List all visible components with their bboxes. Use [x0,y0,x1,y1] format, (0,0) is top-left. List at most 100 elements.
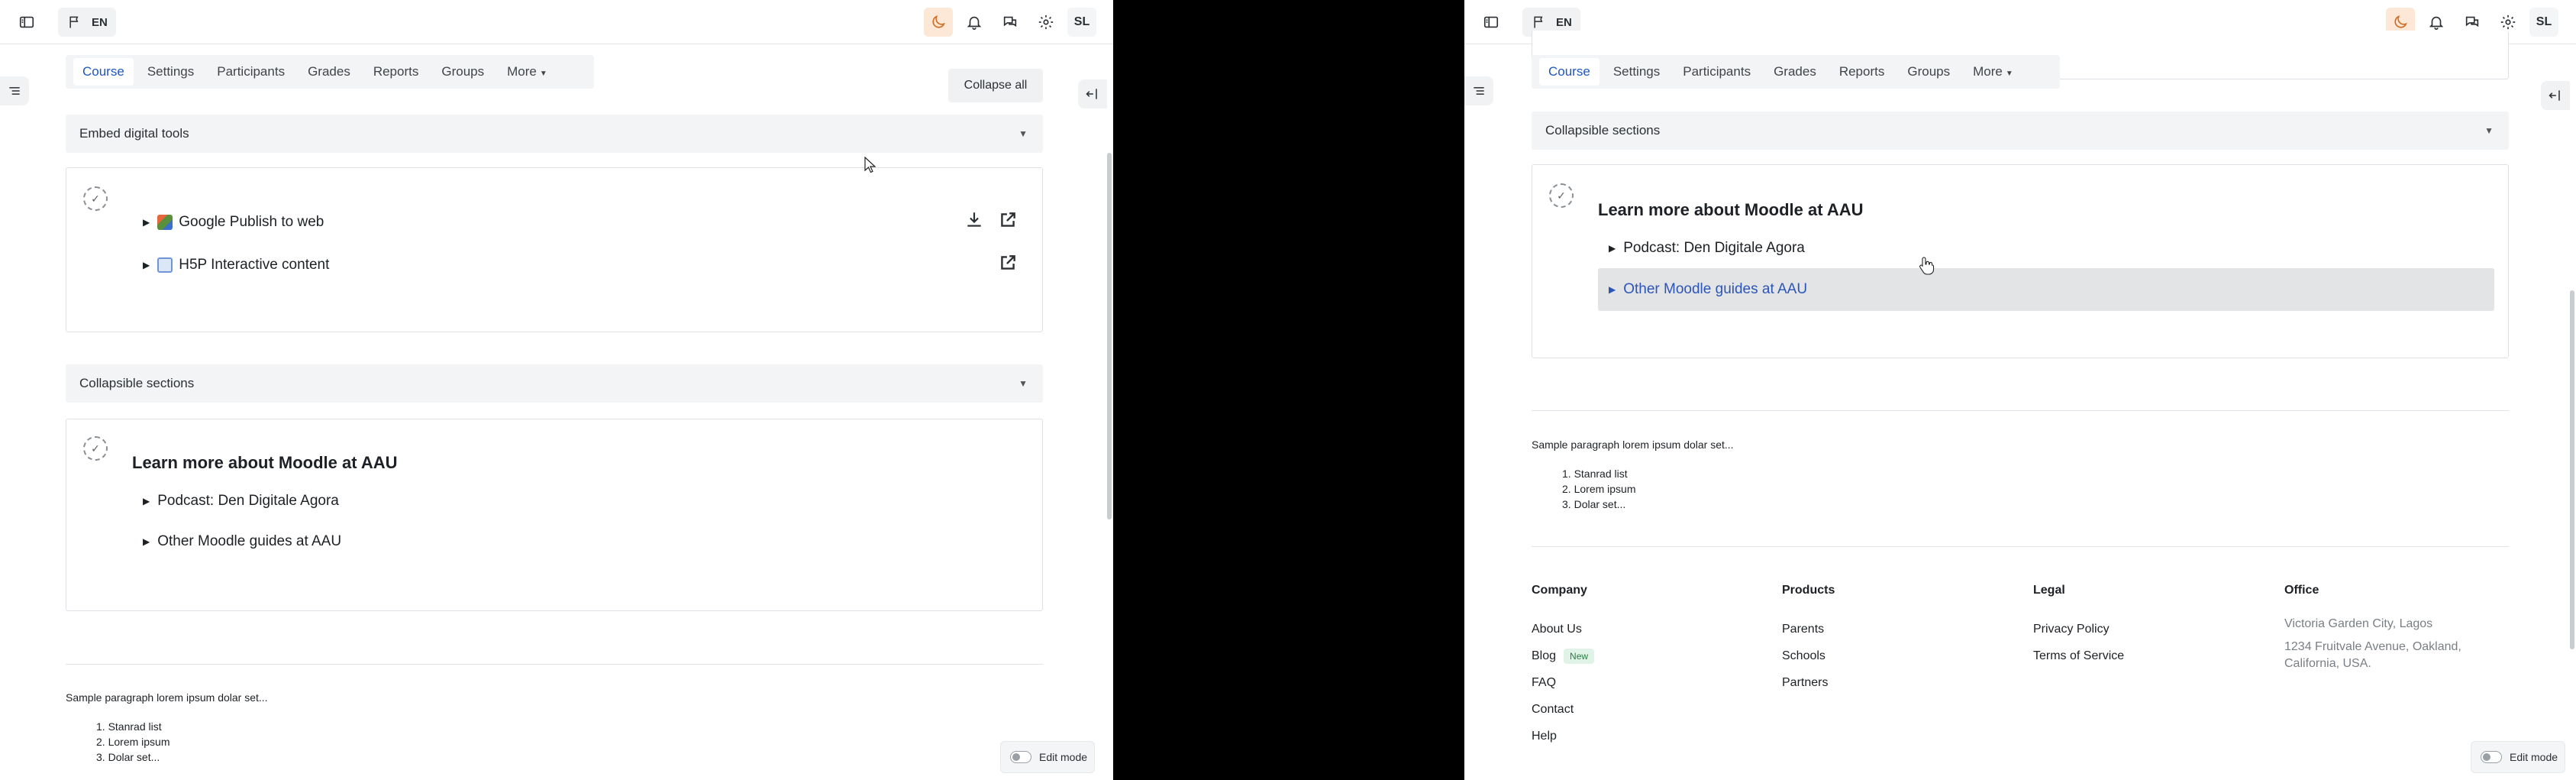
expand-triangle-icon: ▶ [1609,243,1616,254]
footer-link-label: Blog [1532,649,1557,662]
section-header-embed-tools[interactable]: Embed digital tools ▼ [66,115,1043,153]
top-navbar: EN SL [0,0,1113,44]
page-scrollbar[interactable] [2570,290,2574,649]
footer-office: Office Victoria Garden City, Lagos 1234 … [2284,584,2490,678]
left-pane: EN SL Course Settings Participants Grade… [0,0,1113,780]
language-selector[interactable]: EN [58,8,116,37]
activity-h5p[interactable]: ▶ H5P Interactive content [143,257,329,273]
tab-course[interactable]: Course [1539,58,1600,86]
secondary-nav: Course Settings Participants Grades Repo… [1532,55,2060,89]
footer-products: Products Parents Schools Partners [1782,584,1835,696]
footer-link-parents[interactable]: Parents [1782,616,1835,642]
divider [66,664,1043,665]
tab-more[interactable]: More ▼ [1964,58,2022,86]
list-item: 3. Dolar set... [96,751,160,763]
tab-course[interactable]: Course [73,58,134,86]
activity-google-publish[interactable]: ▶ Google Publish to web [143,214,324,231]
tab-grades[interactable]: Grades [299,58,360,86]
link-podcast[interactable]: ▶ Podcast: Den Digitale Agora [1609,240,1805,257]
list-item: 2. Lorem ipsum [1562,483,1636,495]
collapse-all-button[interactable]: Collapse all [948,69,1043,102]
user-avatar[interactable]: SL [1067,8,1096,37]
notifications-button[interactable] [960,8,989,37]
sidebar-toggle-button[interactable] [1477,8,1506,37]
edit-mode-toggle[interactable]: Edit mode [1000,741,1095,773]
footer-company: Company About Us Blog New FAQ Contact He… [1532,584,1595,749]
external-link-icon[interactable] [998,210,1018,230]
footer-link-privacy[interactable]: Privacy Policy [2033,616,2124,642]
list-icon [1474,87,1484,95]
footer-link-blog[interactable]: Blog New [1532,642,1595,669]
footer-legal: Legal Privacy Policy Terms of Service [2033,584,2124,669]
divider [1532,410,2509,411]
card-title: Learn more about Moodle at AAU [1598,200,1864,219]
completion-check-icon[interactable]: ✓ [1549,183,1574,208]
tab-groups[interactable]: Groups [1898,58,1959,86]
section-title: Embed digital tools [79,126,189,141]
block-drawer-toggle[interactable] [1078,79,1107,108]
office-address: Victoria Garden City, Lagos [2284,617,2433,630]
theme-toggle-button[interactable] [924,8,953,37]
block-drawer-toggle[interactable] [2541,81,2570,110]
toggle-switch [2481,751,2502,763]
tab-participants[interactable]: Participants [1674,58,1760,86]
section-header-collapsible[interactable]: Collapsible sections ▼ [66,364,1043,403]
moon-icon [932,15,945,28]
course-index-toggle[interactable] [1464,76,1493,105]
footer-link-schools[interactable]: Schools [1782,642,1835,669]
link-label: Podcast: Den Digitale Agora [1623,240,1805,256]
footer-link-about[interactable]: About Us [1532,616,1594,642]
tab-grades[interactable]: Grades [1764,58,1825,86]
messages-button[interactable] [996,8,1025,37]
user-avatar[interactable]: SL [2529,8,2558,37]
edit-mode-label: Edit mode [2510,751,2558,763]
completion-check-icon[interactable]: ✓ [83,436,108,461]
footer-heading: Products [1782,584,1835,597]
drawer-open-icon [2549,90,2560,101]
edit-mode-toggle[interactable]: Edit mode [2471,741,2565,773]
link-label: Podcast: Den Digitale Agora [157,493,339,509]
completion-check-icon[interactable]: ✓ [83,186,108,211]
expand-triangle-icon: ▶ [143,217,150,228]
tab-reports[interactable]: Reports [364,58,428,86]
list-item: 3. Dolar set... [1562,498,1626,510]
link-other-guides[interactable]: ▶ Other Moodle guides at AAU [1609,281,1807,298]
footer-link-terms[interactable]: Terms of Service [2033,642,2124,669]
tab-settings[interactable]: Settings [138,58,203,86]
footer-heading: Office [2284,584,2319,597]
course-index-toggle[interactable] [0,76,29,105]
footer-link-help[interactable]: Help [1532,723,1594,749]
tab-participants[interactable]: Participants [208,58,294,86]
chevron-down-icon: ▼ [1018,378,1028,389]
sample-paragraph: Sample paragraph lorem ipsum dolar set..… [66,691,268,704]
google-publish-icon [157,215,173,230]
footer-link-contact[interactable]: Contact [1532,696,1594,723]
external-link-icon[interactable] [998,253,1018,273]
new-badge: New [1564,648,1595,664]
expand-triangle-icon: ▶ [143,496,150,507]
settings-button[interactable] [1031,8,1060,37]
caret-down-icon: ▼ [539,70,547,78]
link-podcast[interactable]: ▶ Podcast: Den Digitale Agora [143,493,339,510]
tab-more-label: More [507,64,537,79]
footer-heading: Company [1532,584,1587,597]
tab-groups[interactable]: Groups [432,58,493,86]
caret-down-icon: ▼ [2005,70,2013,78]
toggle-switch [1010,751,1031,763]
footer-link-faq[interactable]: FAQ [1532,669,1594,696]
sidebar-icon [19,16,34,28]
footer-link-partners[interactable]: Partners [1782,669,1835,696]
sidebar-toggle-button[interactable] [12,8,41,37]
expand-triangle-icon: ▶ [1609,284,1616,295]
tab-more[interactable]: More ▼ [498,58,557,86]
tab-settings[interactable]: Settings [1604,58,1669,86]
right-pane: EN SL Course Settings Participants Grade… [1464,0,2576,780]
download-icon[interactable] [964,210,984,230]
link-other-guides[interactable]: ▶ Other Moodle guides at AAU [143,533,341,550]
page-scrollbar[interactable] [1107,153,1112,519]
section-card-embed-tools: ✓ ▶ Google Publish to web ▶ H5P Interact… [66,167,1043,332]
bell-icon [2429,16,2444,30]
hand-pointer-icon [1919,257,1935,275]
tab-reports[interactable]: Reports [1830,58,1894,86]
section-header-collapsible[interactable]: Collapsible sections ▼ [1532,112,2509,150]
